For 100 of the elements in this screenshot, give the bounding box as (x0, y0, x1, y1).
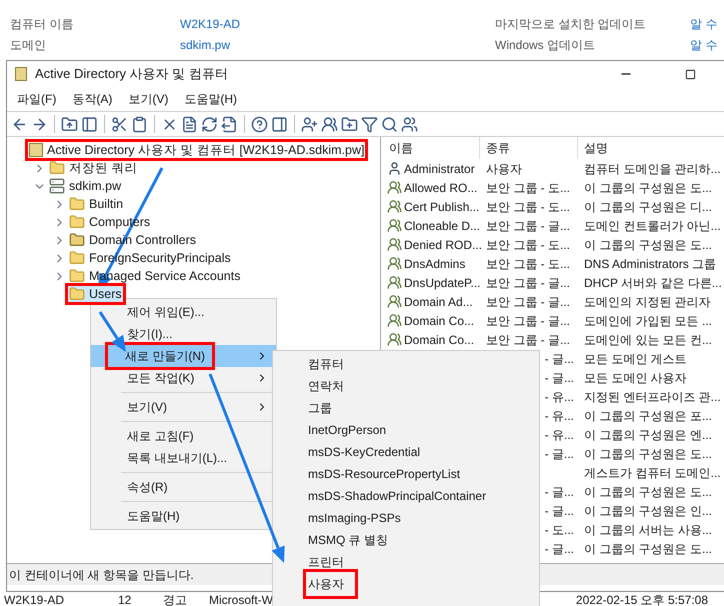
list-cell-text: 보안 그룹 - 글... (486, 332, 570, 348)
list-cell-text: 보안 그룹 - 글... (486, 312, 570, 330)
list-cell: 모든 도메인 사용자 (584, 370, 687, 384)
list-cell-text: - 글... (544, 350, 574, 368)
window-title: Active Directory 사용자 및 컴퓨터 (35, 65, 228, 84)
list-cell[interactable]: Domain Ad... (404, 292, 473, 310)
cut-icon[interactable] (111, 116, 128, 132)
list-cell[interactable]: Domain Co... (404, 330, 474, 348)
list-cell: 이 그룹의 구성원은 도... (584, 484, 712, 498)
tree-item[interactable]: Builtin (67, 195, 126, 213)
list-cell[interactable]: DnsUpdateP... (404, 274, 480, 292)
info-value[interactable]: 알 수 (690, 36, 718, 54)
maximize-icon[interactable] (685, 68, 696, 80)
list-cell-text: 사용자 (486, 160, 522, 178)
info-label: 컴퓨터 이름 (10, 16, 74, 32)
folder-add-icon[interactable] (341, 116, 358, 132)
document-icon[interactable] (181, 116, 198, 132)
list-cell[interactable]: Domain Co... (404, 312, 474, 330)
list-cell: 도메인의 지정된 관리자 (584, 294, 711, 308)
submenu-item[interactable]: msImaging-PSPs (305, 507, 404, 529)
submenu-item[interactable]: InetOrgPerson (305, 419, 390, 441)
info-label: 마지막으로 설치한 업데이트 (495, 16, 647, 32)
list-cell: 도메인에 있는 모든 컨... (584, 332, 712, 346)
list-cell: 이 그룹의 구성원은 인... (584, 504, 712, 518)
list-cell-text: - 글... (544, 446, 574, 462)
refresh-icon[interactable] (201, 116, 218, 132)
submenu-item[interactable]: 사용자 (305, 571, 356, 597)
submenu-item[interactable]: 컴퓨터 (305, 353, 347, 375)
menu-item[interactable]: 도움말(H) (184, 90, 237, 108)
menu-item[interactable]: 파일(F) (17, 90, 56, 108)
info-value[interactable]: sdkim.pw (180, 36, 495, 54)
submenu-item[interactable]: MSMQ 큐 별칭 (305, 529, 391, 551)
list-cell: 이 그룹의 구성원은 포... (584, 408, 712, 422)
list-cell[interactable]: Cert Publish... (404, 198, 480, 216)
list-cell-text: 보안 그룹 - 도... (486, 256, 570, 272)
list-cell: 도메인에 가입된 모든 ... (584, 314, 712, 328)
info-value[interactable]: 알 수 (690, 14, 718, 32)
context-menu-item[interactable]: 새로 고침(F) (91, 425, 276, 447)
clipboard-icon[interactable] (131, 116, 148, 132)
status-text: 이 컨테이너에 새 항목을 만듭니다. (9, 566, 194, 584)
list-cell-text: - 도... (544, 522, 574, 538)
folder-icon (69, 286, 85, 302)
context-menu-item[interactable]: 제어 위임(E)... (91, 301, 276, 323)
list-cell: 게스트가 컴퓨터 도메인... (584, 466, 721, 480)
context-menu-item[interactable]: 새로 만들기(N) (91, 345, 276, 367)
list-cell-text: - 글... (544, 370, 574, 386)
tree-item[interactable]: sdkim.pw (47, 177, 124, 195)
context-menu-item[interactable]: 보기(V) (91, 396, 276, 418)
context-menu-item[interactable]: 찾기(I)... (91, 323, 276, 345)
filter-icon[interactable] (361, 116, 378, 132)
help-icon[interactable] (251, 116, 268, 132)
list-cell-text: - 글... (544, 540, 574, 558)
list-cell-text: - 유... (544, 388, 574, 406)
list-cell[interactable]: DnsAdmins (404, 254, 466, 272)
event-time: 2022-02-15 오후 5:57:08 (576, 592, 708, 606)
list-cell[interactable]: Administrator (404, 160, 475, 178)
folder-icon (69, 268, 85, 284)
search-icon[interactable] (381, 116, 398, 132)
list-cell[interactable]: Allowed RO... (404, 178, 478, 196)
list-cell[interactable]: Denied ROD... (404, 236, 482, 254)
context-menu-item[interactable]: 모든 작업(K) (91, 367, 276, 389)
app-icon (15, 67, 27, 81)
users-icon[interactable] (401, 116, 418, 132)
list-cell-text: - 유... (544, 426, 574, 444)
info-value[interactable]: W2K19-AD (180, 14, 495, 32)
submenu-item[interactable]: 연락처 (305, 375, 347, 397)
list-cell-text: 보안 그룹 - 도... (486, 236, 570, 254)
users-icon[interactable] (321, 116, 338, 132)
tree-item[interactable]: Active Directory 사용자 및 컴퓨터 [W2K19-AD.sdkim.pw] (27, 141, 366, 159)
menu-item[interactable]: 보기(V) (128, 90, 168, 108)
info-label: Windows 업데이트 (495, 36, 596, 54)
submenu-item[interactable]: msDS-ShadowPrincipalContainer (305, 485, 490, 507)
context-menu-item[interactable]: 목록 내보내기(L)... (91, 447, 276, 469)
submenu-item[interactable]: 그룹 (305, 397, 335, 419)
event-cell-text: Microsoft-W (209, 592, 273, 606)
menu-item[interactable]: 동작(A) (72, 90, 112, 108)
context-menu-item[interactable]: 도움말(H) (91, 505, 276, 527)
list-cell: 이 그룹의 서버는 사용... (584, 522, 712, 536)
submenu-item[interactable]: 프린터 (305, 551, 347, 573)
panel-icon[interactable] (271, 116, 288, 132)
folder-icon (69, 250, 85, 266)
submenu-item[interactable]: msDS-KeyCredential (305, 441, 424, 463)
arrow (98, 311, 126, 352)
context-menu-item[interactable]: 속성(R) (91, 476, 276, 498)
tree-item[interactable]: Users (67, 285, 124, 303)
column-header[interactable]: 종류 (480, 137, 578, 159)
tree-item[interactable]: 저장된 쿼리 (47, 159, 140, 177)
list-cell: 이 그룹의 구성원은 도... (584, 238, 712, 252)
panel-icon[interactable] (81, 116, 98, 132)
column-header[interactable]: 설명 (578, 137, 724, 159)
console-icon (29, 143, 43, 157)
column-header[interactable]: 이름 (383, 137, 480, 159)
folder-up-icon[interactable] (61, 116, 78, 132)
add-user-icon[interactable] (301, 116, 318, 132)
list-cell-text: - 글... (544, 502, 574, 520)
list-cell[interactable]: Cloneable D... (404, 216, 480, 234)
export-icon[interactable] (221, 116, 238, 132)
list-cell: 이 그룹의 구성원은 도... (584, 542, 712, 556)
folder-icon (49, 160, 65, 176)
submenu-item[interactable]: msDS-ResourcePropertyList (305, 463, 464, 485)
